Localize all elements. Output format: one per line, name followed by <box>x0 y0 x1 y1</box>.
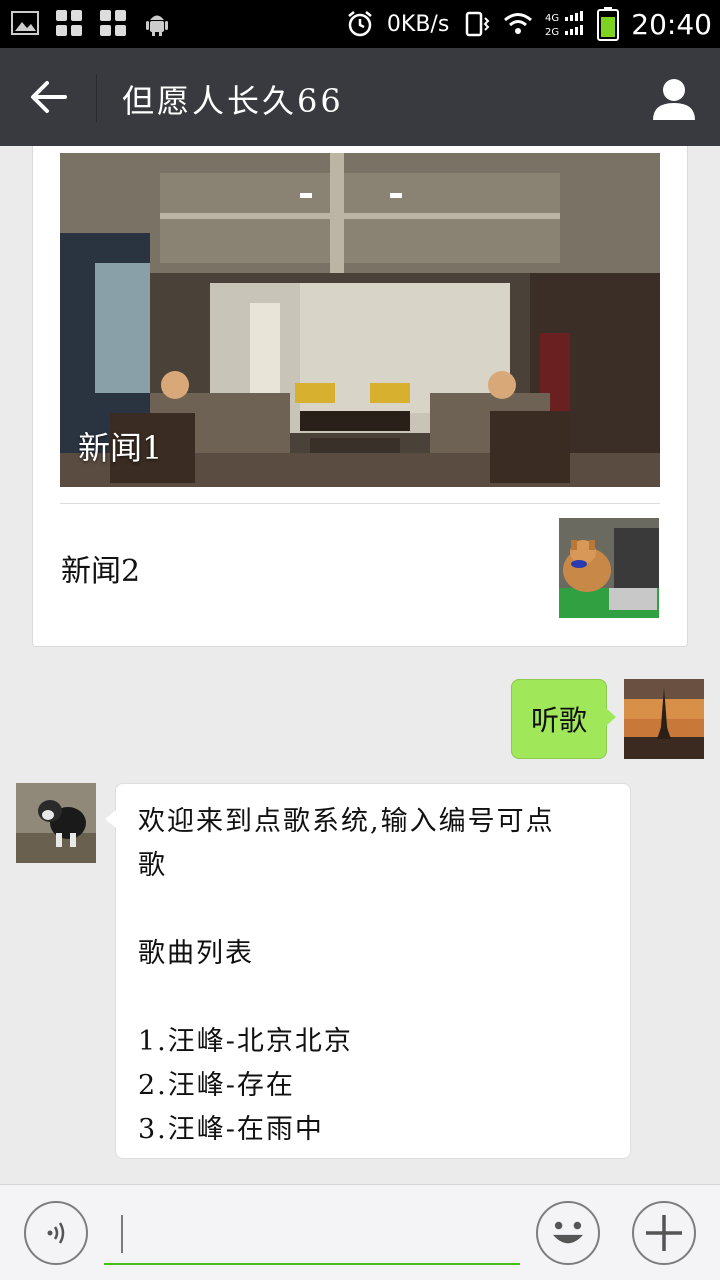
incoming-message[interactable]: 欢迎来到点歌系统,输入编号可点 歌 歌曲列表 1.汪峰-北京北京 2.汪峰-存在… <box>105 783 631 1159</box>
news-item-1[interactable]: 新闻1 <box>60 153 660 487</box>
person-icon[interactable] <box>650 74 698 122</box>
header-divider <box>96 74 97 122</box>
emoji-button[interactable] <box>536 1201 600 1265</box>
song-list-heading: 歌曲列表 <box>138 938 254 969</box>
apps-icon <box>100 10 126 36</box>
outgoing-message[interactable]: 听歌 <box>511 679 616 759</box>
voice-icon <box>47 1222 65 1244</box>
dog-laptop-image <box>559 518 659 618</box>
alarm-icon <box>348 11 372 37</box>
news-divider <box>60 503 660 504</box>
back-button[interactable] <box>22 72 76 122</box>
emoji-icon <box>553 1221 583 1244</box>
message-input[interactable] <box>104 1209 520 1265</box>
news-item-1-title: 新闻1 <box>78 429 163 467</box>
network-speed: 0KB/s <box>386 11 450 37</box>
signal-icon: 4G 2G <box>545 11 584 38</box>
gallery-icon <box>11 11 39 35</box>
message-line: 欢迎来到点歌系统,输入编号可点 <box>138 806 555 837</box>
svg-text:4G: 4G <box>545 13 559 24</box>
status-bar: 0KB/s 4G 2G 20:40 <box>0 0 720 48</box>
apps-icon <box>56 10 82 36</box>
message-line: 歌 <box>138 850 167 881</box>
news-item-2-thumbnail[interactable] <box>559 518 659 618</box>
vibrate-icon <box>466 11 490 37</box>
news-item-2-title[interactable]: 新闻2 <box>61 546 140 590</box>
avatar[interactable] <box>624 679 704 759</box>
plus-icon <box>646 1215 682 1251</box>
song-item: 1.汪峰-北京北京 <box>138 1026 353 1057</box>
clock: 20:40 <box>631 7 712 41</box>
more-button[interactable] <box>632 1201 696 1265</box>
text-caret <box>121 1215 123 1253</box>
avatar[interactable] <box>16 783 96 863</box>
battery-icon <box>597 7 620 41</box>
song-item: 2.汪峰-存在 <box>138 1070 295 1101</box>
svg-text:2G: 2G <box>545 27 559 38</box>
song-item: 3.汪峰-在雨中 <box>138 1114 324 1145</box>
kitten-avatar-image <box>16 783 96 863</box>
chat-title: 但愿人长久66 <box>122 82 344 120</box>
android-icon <box>146 15 168 36</box>
eiffel-avatar-image <box>624 679 704 759</box>
news-card: 新闻1 新闻2 <box>32 146 688 647</box>
back-arrow-icon <box>31 81 67 113</box>
input-bar <box>0 1184 720 1280</box>
wifi-icon <box>504 13 533 34</box>
chat-header: 但愿人长久66 <box>0 48 720 146</box>
voice-button[interactable] <box>24 1201 88 1265</box>
